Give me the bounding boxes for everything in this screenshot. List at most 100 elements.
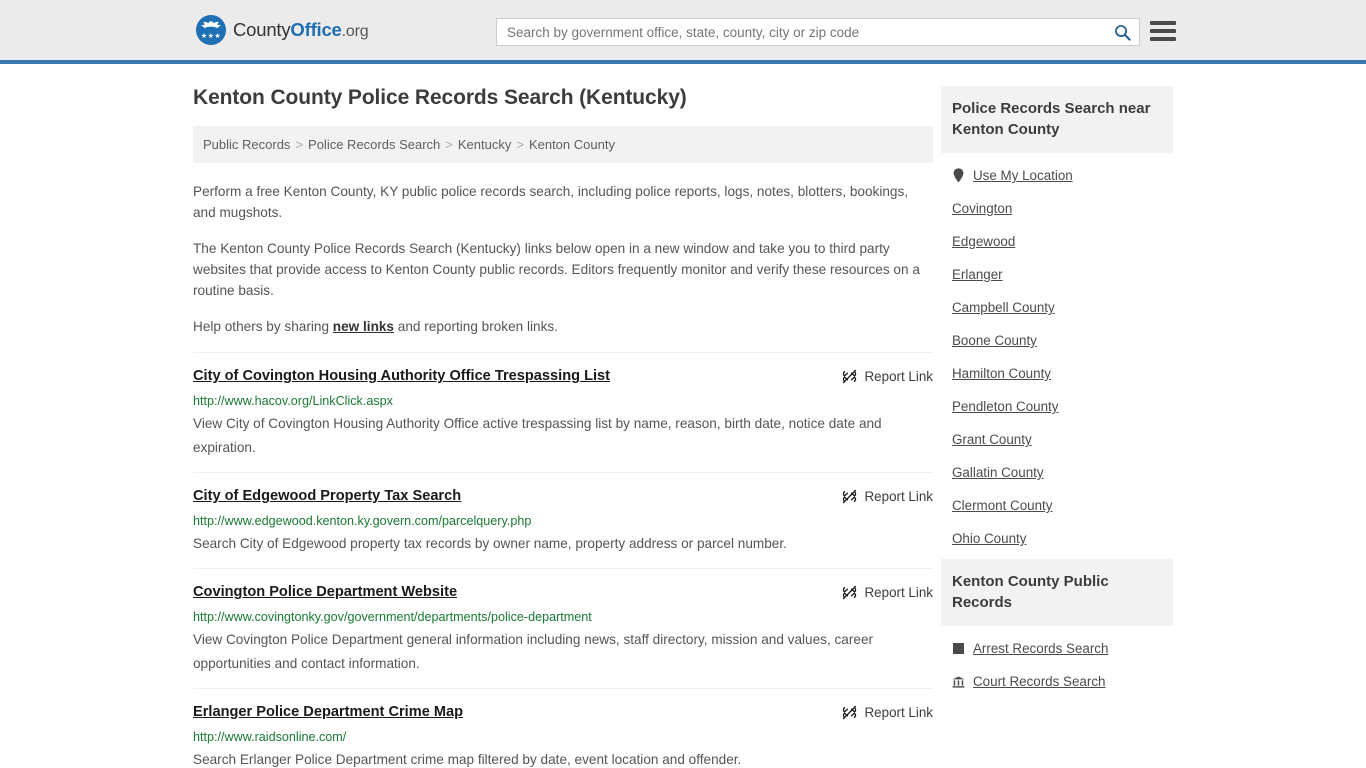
- sidebar-link-label[interactable]: Arrest Records Search: [973, 641, 1108, 656]
- sidebar-link-label[interactable]: Gallatin County: [952, 465, 1044, 480]
- result-url: http://www.edgewood.kenton.ky.govern.com…: [193, 514, 532, 528]
- report-link-label: Report Link: [864, 705, 933, 720]
- breadcrumb-separator: >: [516, 137, 524, 152]
- logo-wordmark: CountyOffice.org: [233, 19, 369, 41]
- sidebar-link-label[interactable]: Court Records Search: [973, 674, 1105, 689]
- result-title-link[interactable]: Erlanger Police Department Crime Map: [193, 703, 477, 721]
- breadcrumb-separator: >: [445, 137, 453, 152]
- results-list: City of Covington Housing Authority Offi…: [193, 352, 933, 768]
- page-body: Kenton County Police Records Search (Ken…: [0, 64, 1366, 768]
- new-links-link[interactable]: new links: [333, 319, 394, 334]
- result-item: Erlanger Police Department Crime Map Rep…: [193, 688, 933, 768]
- sidebar-link-label[interactable]: Ohio County: [952, 531, 1026, 546]
- logo-suffix: .org: [341, 23, 369, 40]
- sidebar-item-ohio-county[interactable]: Ohio County: [941, 522, 1173, 555]
- breadcrumb-item-kentucky[interactable]: Kentucky: [458, 137, 511, 152]
- intro-text-after: and reporting broken links.: [394, 319, 558, 334]
- map-pin-icon: [952, 168, 965, 183]
- sidebar-link-label[interactable]: Erlanger: [952, 267, 1003, 282]
- report-link-button[interactable]: Report Link: [841, 703, 933, 721]
- sidebar-item-campbell-county[interactable]: Campbell County: [941, 291, 1173, 324]
- sidebar-link-label[interactable]: Covington: [952, 201, 1012, 216]
- intro-text-before: Help others by sharing: [193, 319, 333, 334]
- result-url: http://www.raidsonline.com/: [193, 730, 347, 744]
- result-title-link[interactable]: City of Covington Housing Authority Offi…: [193, 367, 624, 385]
- search-button[interactable]: [1105, 19, 1139, 45]
- sidebar-item-erlanger[interactable]: Erlanger: [941, 258, 1173, 291]
- result-url: http://www.covingtonky.gov/government/de…: [193, 610, 592, 624]
- report-link-label: Report Link: [864, 369, 933, 384]
- sidebar-item-clermont-county[interactable]: Clermont County: [941, 489, 1173, 522]
- main-content: Kenton County Police Records Search (Ken…: [193, 86, 933, 768]
- search-icon: [1114, 24, 1131, 41]
- page-title: Kenton County Police Records Search (Ken…: [193, 86, 687, 109]
- stars-glyph: ★★★: [200, 33, 222, 40]
- sidebar-link-label[interactable]: Hamilton County: [952, 366, 1051, 381]
- intro-paragraph-3: Help others by sharing new links and rep…: [193, 316, 933, 337]
- breadcrumb-separator: >: [295, 137, 304, 152]
- sidebar-item-pendleton-county[interactable]: Pendleton County: [941, 390, 1173, 423]
- sidebar-link-label[interactable]: Use My Location: [973, 168, 1073, 183]
- result-description: View City of Covington Housing Authority…: [193, 416, 882, 455]
- report-link-button[interactable]: Report Link: [841, 367, 933, 385]
- broken-link-icon: [842, 369, 856, 384]
- site-logo[interactable]: ★★★ CountyOffice.org: [196, 15, 369, 45]
- sidebar-item-edgewood[interactable]: Edgewood: [941, 225, 1173, 258]
- result-title-link[interactable]: City of Edgewood Property Tax Search: [193, 487, 475, 505]
- result-description: View Covington Police Department general…: [193, 632, 874, 671]
- intro-paragraph-2: The Kenton County Police Records Search …: [193, 241, 920, 298]
- result-item: City of Edgewood Property Tax Search Rep…: [193, 472, 933, 568]
- courthouse-icon: [952, 676, 965, 688]
- report-link-label: Report Link: [864, 489, 933, 504]
- hamburger-menu-icon[interactable]: [1150, 20, 1176, 42]
- result-description: Search Erlanger Police Department crime …: [193, 752, 742, 767]
- sidebar-item-court-records-search[interactable]: Court Records Search: [941, 665, 1173, 698]
- report-link-button[interactable]: Report Link: [841, 583, 933, 601]
- sidebar-item-boone-county[interactable]: Boone County: [941, 324, 1173, 357]
- sidebar-item-grant-county[interactable]: Grant County: [941, 423, 1173, 456]
- result-url: http://www.hacov.org/LinkClick.aspx: [193, 394, 393, 408]
- search-input[interactable]: [497, 19, 1105, 45]
- report-link-label: Report Link: [864, 585, 933, 600]
- site-header: ★★★ CountyOffice.org: [0, 0, 1366, 64]
- broken-link-icon: [842, 705, 856, 720]
- breadcrumb-item-public-records[interactable]: Public Records: [203, 137, 290, 152]
- sidebar-item-covington[interactable]: Covington: [941, 192, 1173, 225]
- sidebar-link-label[interactable]: Campbell County: [952, 300, 1055, 315]
- sidebar-public-records-section: Kenton County Public Records Arrest Reco…: [941, 559, 1173, 698]
- sidebar-public-records-heading: Kenton County Public Records: [941, 559, 1173, 626]
- breadcrumb-item-kenton-county[interactable]: Kenton County: [529, 137, 615, 152]
- sidebar-item-use-my-location[interactable]: Use My Location: [941, 159, 1173, 192]
- result-description: Search City of Edgewood property tax rec…: [193, 536, 787, 551]
- sidebar: Police Records Search near Kenton County…: [941, 86, 1173, 768]
- sidebar-link-label[interactable]: Grant County: [952, 432, 1032, 447]
- broken-link-icon: [842, 489, 856, 504]
- search-bar[interactable]: [496, 18, 1140, 46]
- sidebar-public-records-list: Arrest Records Search Court Records Sear…: [941, 626, 1173, 698]
- result-item: City of Covington Housing Authority Offi…: [193, 352, 933, 472]
- sidebar-nearby-heading: Police Records Search near Kenton County: [941, 86, 1173, 153]
- sidebar-link-label[interactable]: Edgewood: [952, 234, 1015, 249]
- eagle-seal-icon: ★★★: [196, 15, 226, 45]
- intro-paragraph-1: Perform a free Kenton County, KY public …: [193, 184, 909, 220]
- sidebar-nearby-section: Police Records Search near Kenton County…: [941, 86, 1173, 555]
- logo-bold: Office: [290, 19, 342, 40]
- logo-prefix: County: [233, 19, 291, 40]
- sidebar-nearby-list: Use My Location Covington Edgewood Erlan…: [941, 153, 1173, 555]
- result-item: Covington Police Department Website Repo…: [193, 568, 933, 688]
- hamburger-bar: [1150, 21, 1176, 25]
- sidebar-link-label[interactable]: Boone County: [952, 333, 1037, 348]
- sidebar-link-label[interactable]: Clermont County: [952, 498, 1052, 513]
- sidebar-link-label[interactable]: Pendleton County: [952, 399, 1058, 414]
- eagle-glyph: [201, 21, 221, 29]
- breadcrumb-item-police-records-search[interactable]: Police Records Search: [308, 137, 440, 152]
- sidebar-item-hamilton-county[interactable]: Hamilton County: [941, 357, 1173, 390]
- broken-link-icon: [842, 585, 856, 600]
- sidebar-item-gallatin-county[interactable]: Gallatin County: [941, 456, 1173, 489]
- square-icon: [952, 643, 965, 654]
- sidebar-item-arrest-records-search[interactable]: Arrest Records Search: [941, 632, 1173, 665]
- result-title-link[interactable]: Covington Police Department Website: [193, 583, 471, 601]
- report-link-button[interactable]: Report Link: [841, 487, 933, 505]
- hamburger-bar: [1150, 37, 1176, 41]
- hamburger-bar: [1150, 29, 1176, 33]
